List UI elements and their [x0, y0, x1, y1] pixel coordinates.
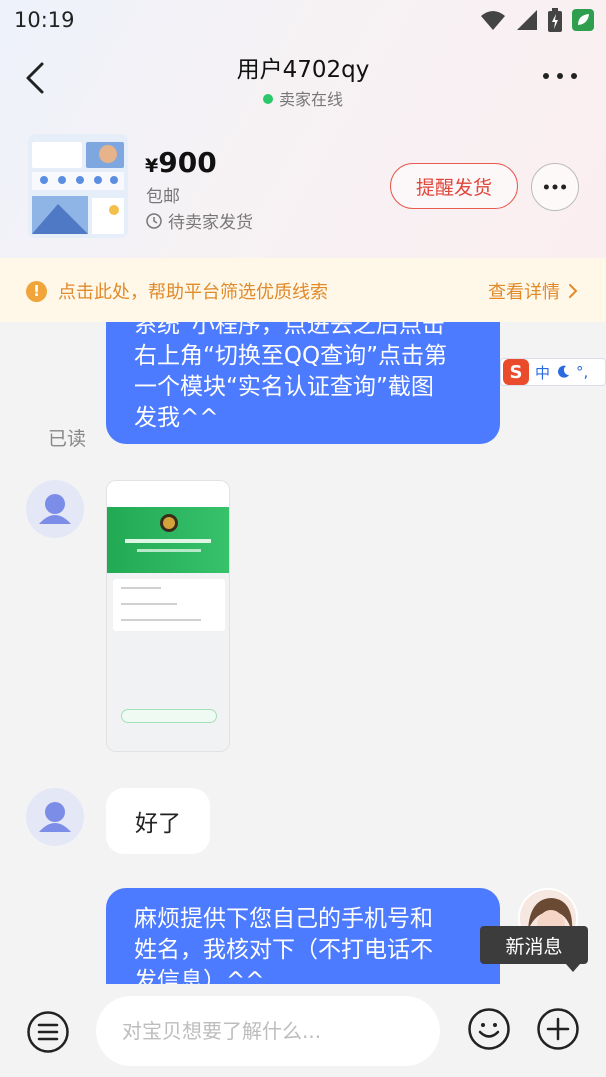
seller-online-status: 卖家在线 — [0, 86, 606, 110]
battery-charging-icon — [548, 8, 562, 32]
read-receipt: 已读 — [48, 428, 87, 450]
ime-punctuation-label[interactable]: °, — [576, 363, 588, 381]
wifi-icon — [481, 11, 505, 30]
emoji-button[interactable] — [467, 1007, 511, 1051]
seller-status-label: 卖家在线 — [278, 90, 343, 109]
signal-icon — [517, 10, 537, 30]
app-notification-icon — [572, 9, 594, 31]
online-dot — [262, 94, 273, 104]
price-value: 900 — [158, 146, 217, 179]
product-price: ¥900 — [145, 146, 217, 179]
image-message[interactable] — [106, 480, 230, 752]
more-options-button[interactable] — [540, 66, 580, 86]
add-attachment-button[interactable] — [536, 1007, 580, 1051]
notice-info-icon: ! — [26, 281, 47, 302]
image-form-line — [121, 619, 201, 621]
message-bubble-received[interactable]: 好了 — [106, 788, 210, 854]
avatar[interactable] — [26, 788, 84, 846]
product-more-button[interactable] — [531, 163, 579, 211]
message-line: 系统“小程序，点进去之后点击 — [134, 322, 445, 338]
default-user-icon — [39, 802, 71, 832]
image-form-line — [121, 587, 161, 589]
view-details-link[interactable]: 查看详情 — [488, 278, 578, 304]
message-bubble-sent[interactable]: 系统“小程序，点进去之后点击 右上角“切换至QQ查询”点击第 一个模块“实名认证… — [106, 322, 500, 444]
order-status-label: 待卖家发货 — [168, 213, 253, 233]
status-icons — [480, 8, 594, 32]
message-bubble-sent[interactable]: 麻烦提供下您自己的手机号和 姓名，我核对下（不打电话不 发信息）^^ — [106, 888, 500, 984]
order-status: 待卖家发货 — [146, 208, 253, 233]
image-header — [107, 481, 229, 507]
view-details-label: 查看详情 — [488, 282, 560, 303]
avatar[interactable] — [26, 480, 84, 538]
message-line: 发信息）^^ — [134, 968, 265, 984]
message-line: 一个模块“实名认证查询”截图 — [134, 374, 434, 400]
sogou-ime-icon: S — [503, 359, 529, 385]
message-line: 发我^^ — [134, 405, 219, 431]
chat-area[interactable]: 系统“小程序，点进去之后点击 右上角“切换至QQ查询”点击第 一个模块“实名认证… — [0, 322, 606, 984]
message-input[interactable] — [96, 996, 440, 1066]
notice-text[interactable]: 点击此处，帮助平台筛选优质线索 — [58, 278, 328, 304]
page-title: 用户4702qy — [236, 57, 370, 83]
message-line: 姓名，我核对下（不打电话不 — [134, 937, 433, 963]
status-bar: 10:19 — [0, 0, 606, 40]
default-user-icon — [39, 494, 71, 524]
chevron-right-icon — [569, 284, 578, 298]
input-method-toolbar[interactable]: S 中 °, — [500, 358, 606, 386]
image-banner-graphic — [125, 514, 211, 552]
status-time: 10:19 — [14, 8, 75, 32]
ime-mode-label[interactable]: 中 — [535, 362, 550, 383]
message-line: 麻烦提供下您自己的手机号和 — [134, 906, 433, 932]
image-form — [113, 579, 225, 631]
image-banner — [107, 507, 229, 573]
shipping-label: 包邮 — [146, 187, 180, 207]
clock-icon — [146, 212, 162, 229]
product-image — [28, 134, 128, 238]
image-form-line — [121, 603, 177, 605]
new-message-tip[interactable]: 新消息 — [480, 926, 588, 972]
product-thumbnail[interactable] — [28, 134, 128, 238]
moon-icon[interactable] — [556, 365, 570, 379]
remind-shipping-button[interactable]: 提醒发货 — [390, 163, 518, 209]
currency-symbol: ¥ — [145, 155, 159, 177]
menu-button[interactable] — [26, 1010, 70, 1054]
message-line: 右上角“切换至QQ查询”点击第 — [134, 343, 448, 369]
image-button — [121, 709, 217, 723]
